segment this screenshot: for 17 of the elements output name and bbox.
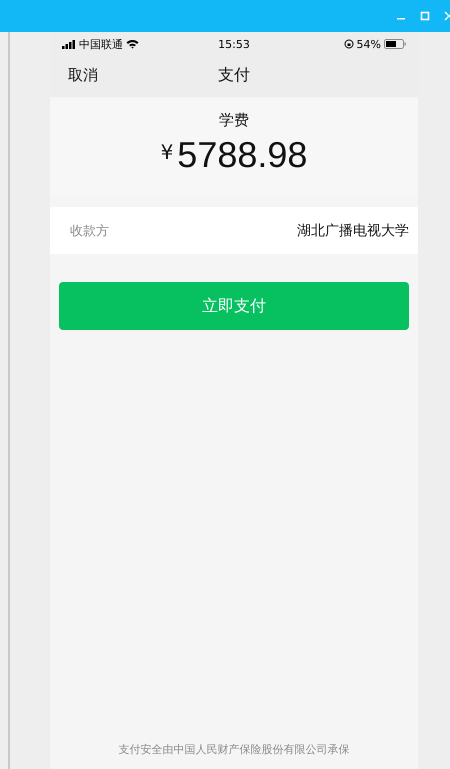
battery-icon xyxy=(384,39,406,49)
signal-icon xyxy=(62,40,76,48)
payee-label: 收款方 xyxy=(70,222,109,240)
payee-name: 湖北广播电视大学 xyxy=(297,222,409,240)
carrier-name: 中国联通 xyxy=(79,36,123,52)
battery-percent: 54% xyxy=(356,38,381,50)
insurance-note: 支付安全由中国人民财产保险股份有限公司承保 xyxy=(118,742,350,758)
wifi-icon xyxy=(126,39,139,49)
close-icon[interactable] xyxy=(444,11,450,21)
cancel-link[interactable]: 取消 xyxy=(68,66,98,85)
currency-symbol: ¥ xyxy=(160,140,174,164)
maximize-icon[interactable] xyxy=(420,11,430,21)
clock-time: 15:53 xyxy=(218,38,250,50)
rotation-lock-icon xyxy=(344,39,354,49)
page-title: 支付 xyxy=(217,65,251,86)
payment-item: 学费 xyxy=(219,111,249,130)
payment-amount: 5788.98 xyxy=(177,134,308,176)
